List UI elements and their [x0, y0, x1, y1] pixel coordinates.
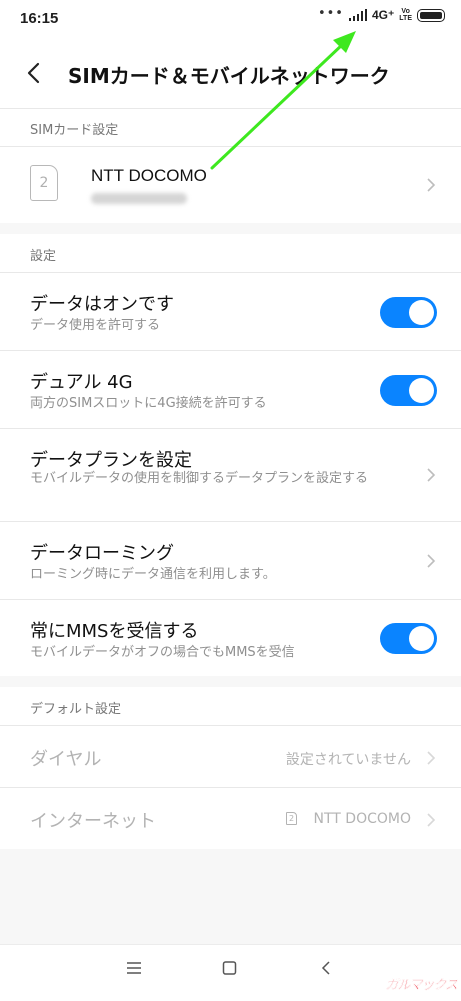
sim-section: SIMカード設定: [0, 109, 461, 223]
app-header: SIMカード＆モバイルネットワーク: [0, 40, 461, 108]
row-subtitle: 両方のSIMスロットに4G接続を許可する: [30, 396, 267, 411]
mms-toggle-switch[interactable]: [380, 623, 437, 654]
back-arrow-icon[interactable]: [26, 62, 40, 84]
row-subtitle: モバイルデータがオフの場合でもMMSを受信: [30, 645, 295, 660]
volte-icon: Vo LTE: [399, 8, 412, 22]
sim-number-blurred: [91, 193, 187, 204]
chevron-right-icon: [427, 751, 436, 765]
section-label: デフォルト設定: [30, 702, 122, 717]
data-toggle-switch[interactable]: [380, 297, 437, 328]
row-title: データはオンです: [30, 294, 174, 315]
row-subtitle: データ使用を許可する: [30, 318, 161, 333]
row-title: データプランを設定: [30, 450, 192, 471]
watermark-logo: ガルマックス: [385, 978, 458, 993]
section-label: SIMカード設定: [30, 123, 119, 138]
sim-carrier-name: NTT DOCOMO: [91, 166, 207, 185]
row-subtitle: ローミング時にデータ通信を利用します。: [30, 567, 276, 582]
chevron-right-icon: [427, 554, 436, 568]
row-value: 設定されていません: [285, 752, 411, 768]
status-icons: ••• 4G⁺ Vo LTE: [317, 5, 445, 22]
row-title: ダイヤル: [30, 749, 102, 770]
notification-dots-icon: •••: [317, 5, 344, 21]
section-label: 設定: [30, 249, 57, 264]
row-title: インターネット: [30, 811, 156, 832]
page-title: SIMカード＆モバイルネットワーク: [68, 64, 390, 88]
status-bar: 16:15 ••• 4G⁺ Vo LTE: [0, 0, 461, 40]
sim-card-icon: 2: [286, 812, 297, 825]
status-time: 16:15: [20, 10, 59, 27]
row-value: NTT DOCOMO: [313, 811, 411, 827]
network-type: 4G⁺: [371, 8, 395, 22]
signal-icon: [348, 9, 367, 21]
home-icon[interactable]: [222, 961, 237, 975]
sim-card-icon: 2: [30, 165, 58, 201]
back-icon[interactable]: [320, 961, 332, 975]
battery-icon: [417, 8, 445, 22]
dual-4g-toggle-switch[interactable]: [380, 375, 437, 406]
chevron-right-icon: [427, 468, 436, 482]
row-subtitle: モバイルデータの使用を制御するデータプランを設定する: [30, 471, 369, 486]
row-title: デュアル 4G: [30, 372, 133, 393]
chevron-right-icon: [427, 813, 436, 827]
menu-icon[interactable]: [126, 961, 142, 975]
chevron-right-icon: [427, 178, 436, 192]
row-title: 常にMMSを受信する: [30, 621, 199, 642]
row-title: データローミング: [30, 543, 174, 564]
